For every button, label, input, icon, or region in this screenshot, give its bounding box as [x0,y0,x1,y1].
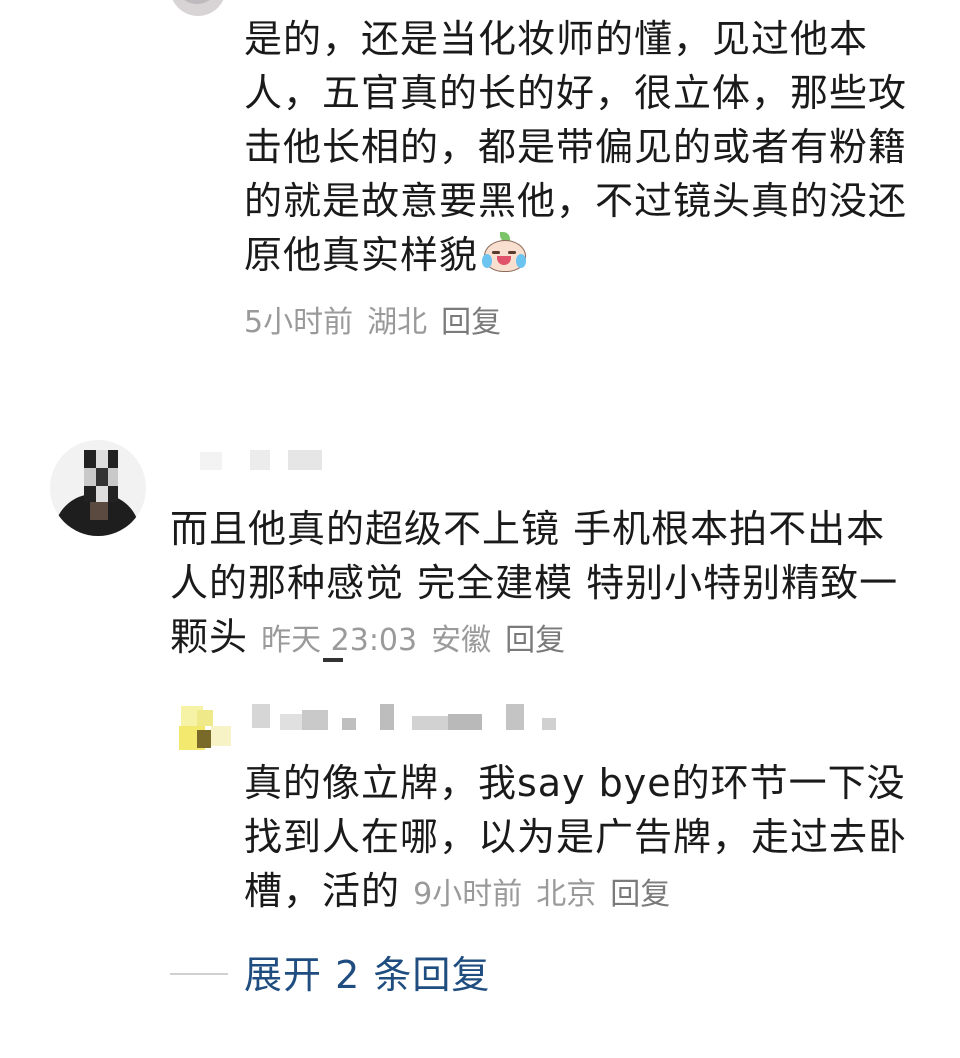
reply-button[interactable]: 回复 [505,623,565,658]
comment-time: 5小时前 [244,305,354,340]
comment-time: 昨天 23:03 [261,623,418,658]
comment-body: 而且他真的超级不上镜 手机根本拍不出本人的那种感觉 完全建模 特别小特别精致一颗… [170,502,914,668]
reply-body: 真的像立牌，我say bye的环节一下没找到人在哪，以为是广告牌，走过去卧槽，活… [244,756,914,922]
reply-meta: 9小时前 北京 回复 [413,877,684,912]
reply-button[interactable]: 回复 [610,877,670,912]
avatar[interactable] [50,440,146,536]
expand-divider [170,973,228,975]
crying-face-icon [482,232,527,272]
avatar[interactable] [175,700,237,756]
username-blurred[interactable] [252,700,562,736]
expand-replies-button[interactable]: 展开 2 条回复 [244,948,490,1002]
comment-meta: 昨天 23:03 安徽 回复 [261,623,579,658]
avatar[interactable] [170,0,226,16]
comment-body: 是的，还是当化妆师的懂，见过他本人，五官真的长的好，很立体，那些攻击他长相的，都… [244,12,914,282]
comment-location: 安徽 [431,623,492,658]
username-blurred[interactable] [180,448,330,474]
reply-time: 9小时前 [413,877,523,912]
comment-meta: 5小时前 湖北 回复 [244,302,515,344]
comment-location: 湖北 [367,305,428,340]
reply-button[interactable]: 回复 [441,305,501,340]
reply-location: 北京 [536,877,597,912]
comment-text: 是的，还是当化妆师的懂，见过他本人，五官真的长的好，很立体，那些攻击他长相的，都… [244,17,908,277]
text-cursor [323,658,343,662]
